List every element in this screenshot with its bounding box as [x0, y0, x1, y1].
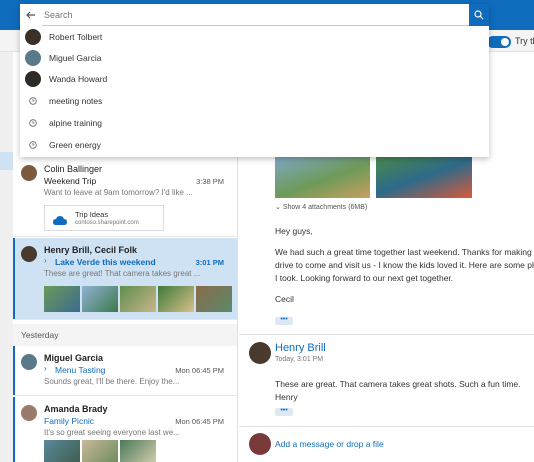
- reply-body: These are great. That camera takes great…: [275, 379, 521, 389]
- divider: [239, 334, 534, 335]
- attachment-url: contoso.sharepoint.com: [75, 220, 139, 226]
- chevron-right-icon: ›: [44, 364, 47, 373]
- avatar: [21, 354, 37, 370]
- onedrive-cloud-icon: [53, 213, 67, 231]
- search-suggestion-person[interactable]: Miguel Garcia: [20, 47, 489, 68]
- back-arrow-icon[interactable]: [20, 4, 42, 26]
- message-sender: Henry Brill, Cecil Folk: [44, 245, 138, 255]
- message-preview: Sounds great, I'll be there. Enjoy the..…: [44, 377, 180, 386]
- unread-accent: [13, 397, 15, 462]
- email-greeting: Hey guys,: [275, 226, 313, 236]
- list-item[interactable]: Amanda Brady Family Picnic Mon 06:45 PM …: [13, 397, 237, 462]
- clock-icon: [25, 115, 41, 131]
- show-attachments-label: Show 4 attachments (6MB): [282, 204, 368, 211]
- photo-thumbnail[interactable]: [120, 286, 156, 312]
- message-time: Mon 06:45 PM: [175, 417, 224, 426]
- avatar: [25, 49, 41, 66]
- message-sender: Miguel Garcia: [44, 353, 104, 363]
- suggestion-label: Robert Tolbert: [49, 31, 103, 42]
- reply-signature: Henry: [275, 392, 298, 402]
- compose-reply-input[interactable]: Add a message or drop a file: [275, 439, 384, 449]
- show-more-button[interactable]: •••: [275, 316, 293, 325]
- message-preview: Want to leave at 9am tomorrow? I'd like …: [44, 188, 193, 197]
- email-body-line: drive to come and visit us - I know the …: [275, 260, 534, 270]
- search-input[interactable]: [42, 4, 469, 26]
- suggestion-label: Miguel Garcia: [49, 52, 102, 63]
- avatar: [249, 433, 271, 455]
- avatar: [25, 70, 41, 87]
- search-dropdown: Robert Tolbert Miguel Garcia Wanda Howar…: [20, 4, 489, 157]
- attachment-card[interactable]: Trip Ideas contoso.sharepoint.com: [44, 205, 164, 231]
- email-body-line: I took. Looking forward to our next get …: [275, 273, 454, 283]
- attachment-title: Trip Ideas: [75, 210, 109, 219]
- group-header-yesterday: Yesterday: [13, 324, 237, 346]
- reply-sender[interactable]: Henry Brill: [275, 342, 326, 354]
- photo-thumbnail[interactable]: [82, 440, 118, 462]
- avatar: [21, 246, 37, 262]
- message-sender: Amanda Brady: [44, 404, 108, 414]
- suggestion-label: Green energy: [49, 139, 101, 150]
- message-subject: Weekend Trip: [44, 176, 97, 186]
- show-more-button[interactable]: •••: [275, 407, 293, 416]
- search-icon: [474, 10, 484, 20]
- attachment-photo[interactable]: [376, 156, 472, 198]
- search-suggestion-person[interactable]: Wanda Howard: [20, 68, 489, 89]
- try-new-toggle[interactable]: [487, 36, 511, 48]
- try-new-label: Try th: [515, 36, 534, 46]
- list-item[interactable]: Colin Ballinger Weekend Trip 3:38 PM Wan…: [13, 157, 237, 237]
- search-suggestion-person[interactable]: Robert Tolbert: [20, 26, 489, 47]
- photo-thumbnail[interactable]: [82, 286, 118, 312]
- message-subject: Menu Tasting: [55, 365, 106, 375]
- photo-thumbnails[interactable]: [44, 286, 232, 312]
- search-suggestion-history[interactable]: alpine training: [20, 112, 489, 133]
- suggestion-label: Wanda Howard: [49, 73, 108, 84]
- message-preview: These are great! That camera takes great…: [44, 269, 201, 278]
- message-time: 3:01 PM: [195, 258, 224, 267]
- message-time: Mon 06:45 PM: [175, 366, 224, 375]
- avatar: [249, 342, 271, 364]
- photo-thumbnails[interactable]: [44, 440, 156, 462]
- message-subject: Lake Verde this weekend: [55, 257, 156, 267]
- search-suggestion-history[interactable]: Green energy: [20, 134, 489, 155]
- folder-rail: [0, 52, 13, 462]
- avatar: [25, 28, 41, 45]
- message-sender: Colin Ballinger: [44, 164, 103, 174]
- message-subject: Family Picnic: [44, 416, 95, 426]
- clock-icon: [25, 93, 41, 109]
- clock-icon: [25, 137, 41, 153]
- suggestion-label: meeting notes: [49, 95, 103, 106]
- chevron-right-icon: ›: [44, 256, 47, 265]
- show-attachments-link[interactable]: ⌄ Show 4 attachments (6MB): [275, 203, 367, 211]
- reply-date: Today, 3:01 PM: [275, 356, 324, 363]
- email-signature: Cecil: [275, 294, 294, 304]
- email-body-line: We had such a great time together last w…: [275, 247, 534, 257]
- avatar: [21, 405, 37, 421]
- search-bar: [20, 4, 489, 26]
- search-button[interactable]: [469, 4, 489, 26]
- photo-thumbnail[interactable]: [158, 286, 194, 312]
- attachment-photo[interactable]: [275, 156, 370, 198]
- chevron-down-icon: ⌄: [275, 204, 281, 211]
- photo-thumbnail[interactable]: [196, 286, 232, 312]
- photo-thumbnail[interactable]: [44, 440, 80, 462]
- message-time: 3:38 PM: [196, 177, 224, 186]
- search-suggestion-history[interactable]: meeting notes: [20, 90, 489, 111]
- suggestion-label: alpine training: [49, 117, 102, 128]
- avatar: [21, 165, 37, 181]
- unread-accent: [13, 346, 15, 395]
- divider: [239, 426, 534, 427]
- folder-rail-selected[interactable]: [0, 152, 13, 170]
- list-item-selected[interactable]: Henry Brill, Cecil Folk › Lake Verde thi…: [13, 238, 237, 320]
- photo-thumbnail[interactable]: [120, 440, 156, 462]
- selection-accent: [13, 238, 15, 319]
- photo-thumbnail[interactable]: [44, 286, 80, 312]
- message-preview: It's so great seeing everyone last we...: [44, 428, 180, 437]
- list-item[interactable]: Miguel Garcia › Menu Tasting Mon 06:45 P…: [13, 346, 237, 396]
